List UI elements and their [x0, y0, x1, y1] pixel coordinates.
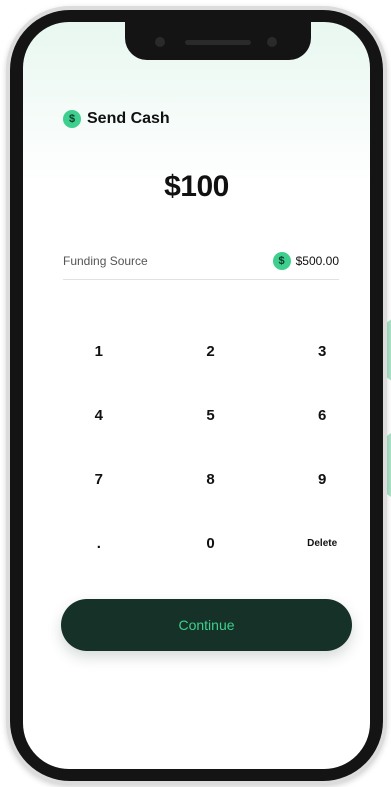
amount-display: $100: [164, 170, 229, 203]
key-7[interactable]: 7: [43, 447, 155, 511]
phone-body: $ Send Cash $100 Funding Source $ $500.0…: [10, 10, 383, 781]
phone-screen: $ Send Cash $100 Funding Source $ $500.0…: [23, 22, 370, 769]
key-6[interactable]: 6: [266, 383, 370, 447]
key-9[interactable]: 9: [266, 447, 370, 511]
key-decimal[interactable]: .: [43, 511, 155, 575]
funding-source-label: Funding Source: [63, 254, 148, 268]
phone-frame: $ Send Cash $100 Funding Source $ $500.0…: [6, 6, 387, 785]
key-2[interactable]: 2: [155, 319, 267, 383]
key-1[interactable]: 1: [43, 319, 155, 383]
key-5[interactable]: 5: [155, 383, 267, 447]
dollar-coin-icon: $: [63, 110, 81, 128]
delete-key[interactable]: Delete: [266, 511, 370, 575]
funding-source-value: $500.00: [295, 254, 339, 268]
stage: $ Send Cash $100 Funding Source $ $500.0…: [0, 0, 391, 787]
speaker-grille: [185, 40, 251, 45]
funding-source-row[interactable]: Funding Source $ $500.00: [63, 249, 339, 280]
key-8[interactable]: 8: [155, 447, 267, 511]
key-3[interactable]: 3: [266, 319, 370, 383]
funding-source-balance: $ $500.00: [272, 252, 339, 270]
continue-button[interactable]: Continue: [61, 599, 352, 651]
sensor-icon: [155, 37, 165, 47]
key-4[interactable]: 4: [43, 383, 155, 447]
page-title: Send Cash: [87, 110, 170, 127]
numeric-keypad: 1 2 3 4 5 6 7 8 9 . 0 Delete: [43, 319, 370, 575]
camera-icon: [267, 37, 277, 47]
dollar-coin-icon: $: [272, 252, 291, 270]
phone-notch: [125, 22, 311, 60]
key-0[interactable]: 0: [155, 511, 267, 575]
page-header: $ Send Cash: [63, 108, 170, 130]
